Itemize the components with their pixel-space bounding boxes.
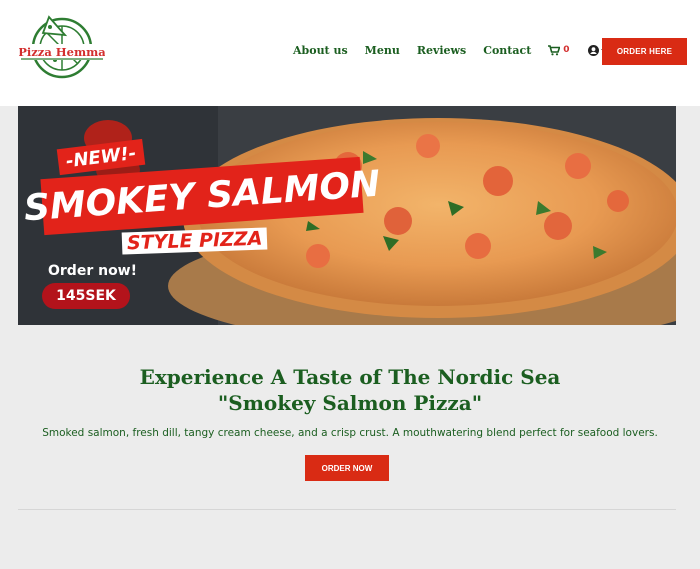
product-description: Smoked salmon, fresh dill, tangy cream c… bbox=[42, 427, 658, 439]
logo-text: Pizza Hemma bbox=[19, 45, 105, 59]
site-header: Pizza Hemma About us Menu Reviews Contac… bbox=[0, 0, 700, 106]
nav-menu[interactable]: Menu bbox=[365, 44, 400, 57]
nav-reviews[interactable]: Reviews bbox=[417, 44, 466, 57]
main-nav: About us Menu Reviews Contact 0 bbox=[293, 43, 607, 57]
section-divider bbox=[18, 509, 676, 510]
cart-icon bbox=[548, 44, 561, 55]
pizza-logo-icon: Pizza Hemma bbox=[18, 15, 106, 79]
price-value: 145SEK bbox=[56, 288, 116, 304]
user-circle-icon bbox=[587, 44, 599, 56]
logo[interactable]: Pizza Hemma bbox=[18, 15, 106, 81]
page-headline: Experience A Taste of The Nordic Sea "Sm… bbox=[0, 364, 700, 416]
hero-banner[interactable]: -NEW!- SMOKEY SALMON STYLE PIZZA Order n… bbox=[18, 106, 676, 325]
order-now-label: Order now! bbox=[48, 263, 138, 279]
cart-count: 0 bbox=[563, 45, 570, 55]
headline-line-2: "Smokey Salmon Pizza" bbox=[217, 391, 483, 415]
order-now-button[interactable]: ORDER NOW bbox=[305, 455, 389, 481]
nav-contact[interactable]: Contact bbox=[483, 44, 531, 57]
order-here-button[interactable]: ORDER HERE bbox=[602, 38, 687, 65]
headline-line-1: Experience A Taste of The Nordic Sea bbox=[139, 365, 561, 389]
cart-button[interactable]: 0 bbox=[548, 44, 570, 56]
nav-about-us[interactable]: About us bbox=[293, 44, 348, 57]
price-badge: 145SEK bbox=[42, 283, 130, 309]
